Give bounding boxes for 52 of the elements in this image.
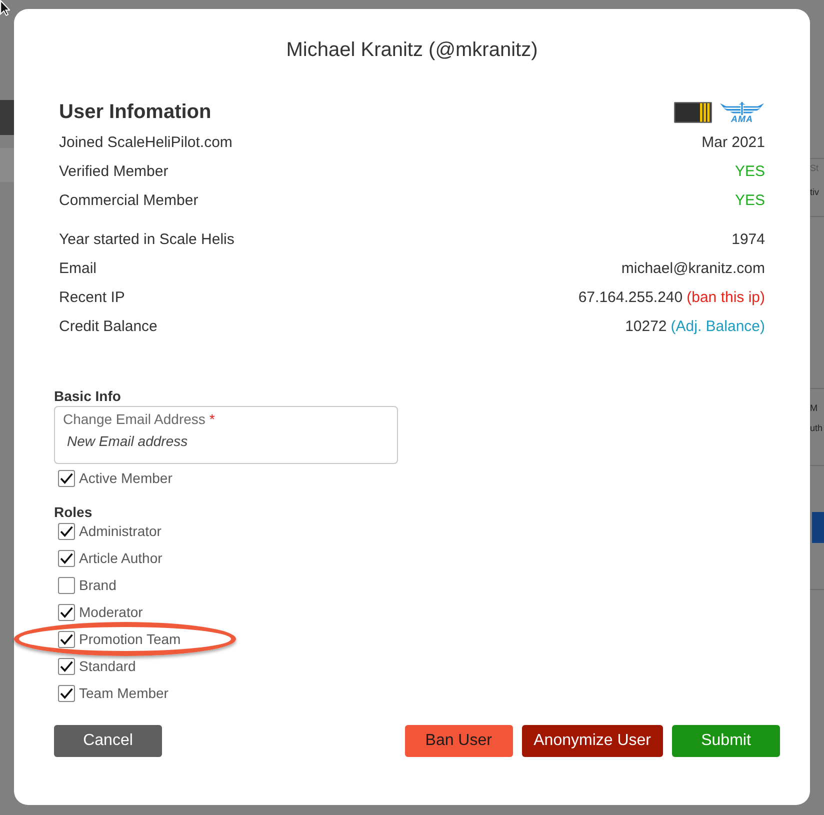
background-text: M [810, 402, 818, 415]
field-label: Change Email Address * [63, 411, 215, 428]
checkbox-label: Brand [79, 577, 116, 593]
info-label: Credit Balance [59, 317, 158, 338]
checkbox[interactable] [58, 604, 75, 620]
info-label: Joined ScaleHeliPilot.com [59, 133, 232, 154]
checkbox[interactable] [58, 550, 75, 566]
info-value: 1974 [732, 230, 765, 250]
background-text: tiv [810, 186, 819, 199]
email-field[interactable]: Change Email Address * New Email address [54, 406, 398, 464]
section-heading: Roles [54, 503, 92, 521]
dialog-title: Michael Kranitz (@mkranitz) [286, 38, 538, 62]
checkbox[interactable] [58, 684, 75, 702]
checkbox-label: Moderator [79, 604, 143, 620]
background-bar [812, 512, 824, 543]
info-value: Mar 2021 [702, 133, 765, 154]
striped-badge-icon [674, 102, 712, 122]
status-value: YES [734, 191, 765, 212]
section-title: User Infomation [59, 100, 212, 124]
email-input[interactable]: New Email address [63, 432, 389, 450]
section-heading: Basic Info [54, 387, 121, 405]
background-bar [0, 100, 14, 135]
checkbox[interactable] [58, 576, 75, 594]
checkbox-label: Article Author [79, 550, 162, 566]
logo-text: AMA [731, 114, 753, 122]
info-label: Recent IP [59, 288, 125, 308]
info-label: Year started in Scale Helis [59, 230, 234, 250]
checkbox-label: Active Member [79, 470, 172, 486]
info-label: Email [59, 259, 97, 280]
anonymize-button[interactable]: Anonymize User [522, 725, 663, 757]
background-text: uth [810, 422, 823, 435]
info-value: 10272 [625, 317, 667, 338]
status-value: YES [734, 162, 765, 182]
info-value: michael@kranitz.com [621, 259, 765, 280]
submit-button[interactable]: Submit [672, 725, 780, 757]
checkbox[interactable] [58, 522, 75, 540]
checkbox[interactable] [58, 470, 75, 486]
action-link[interactable]: (ban this ip) [686, 287, 765, 310]
checkbox-label: Team Member [79, 685, 168, 701]
checkbox-label: Administrator [79, 523, 162, 539]
checkbox-label: Standard [79, 658, 136, 674]
mouse-pointer-icon [0, 0, 10, 16]
action-link[interactable]: (Adj. Balance) [670, 316, 765, 339]
checkbox-label: Promotion Team [79, 631, 181, 647]
ban-button[interactable]: Ban User [404, 725, 513, 757]
info-label: Verified Member [59, 162, 168, 182]
checkbox[interactable] [58, 658, 75, 674]
info-value: 67.164.255.240 [578, 288, 683, 308]
info-label: Commercial Member [59, 191, 198, 212]
checkbox[interactable] [58, 630, 75, 648]
cancel-button[interactable]: Cancel [54, 725, 162, 757]
wings-icon [719, 102, 765, 114]
